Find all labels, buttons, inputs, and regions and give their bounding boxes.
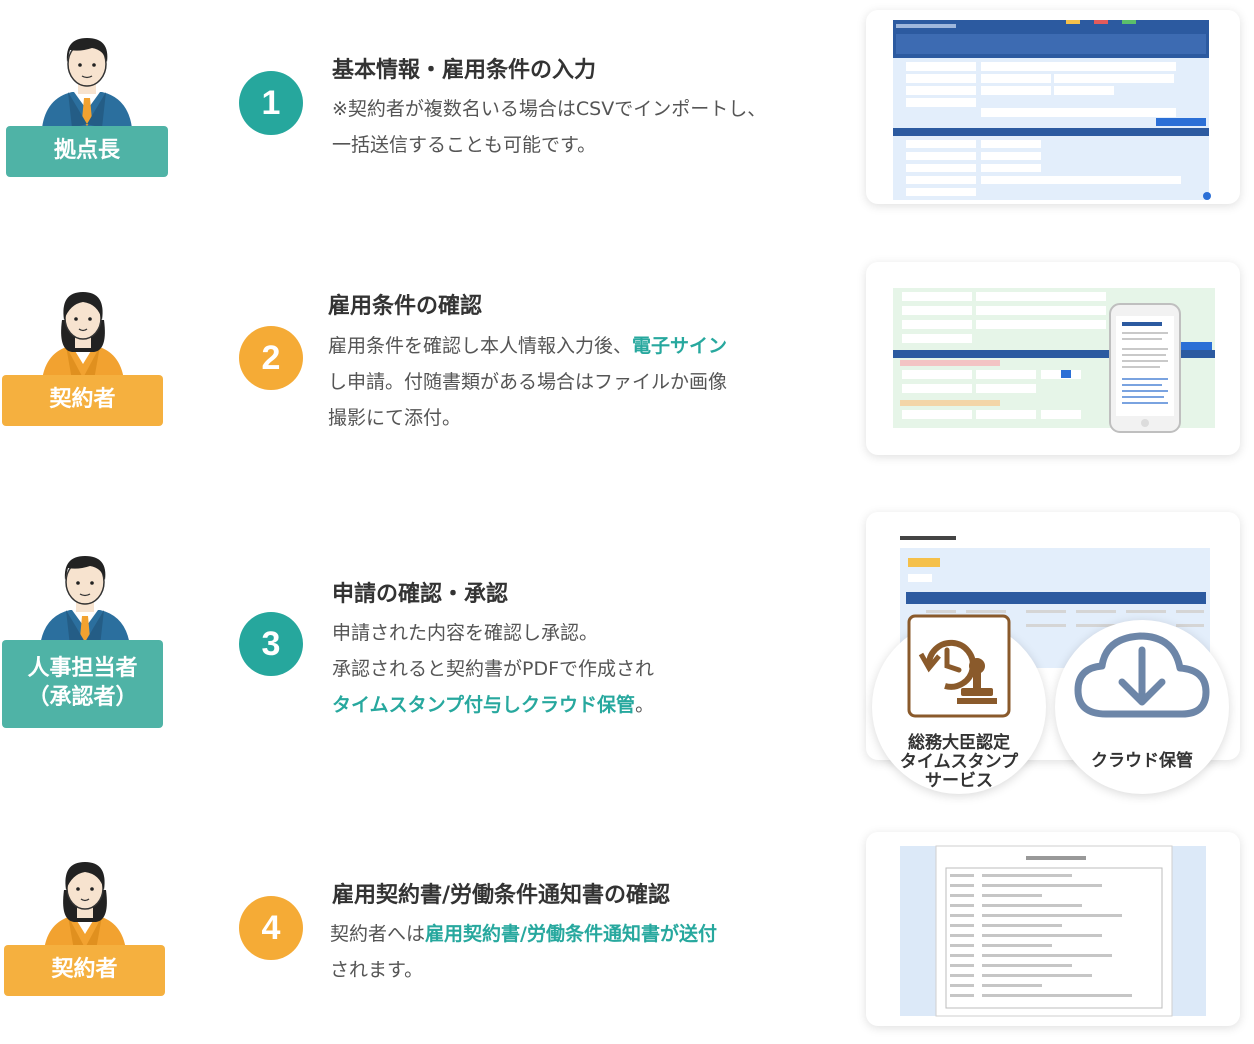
description-line: ※契約者が複数名いる場合はCSVでインポートし、 [332,98,767,120]
step-title: 雇用契約書/労働条件通知書の確認 [332,883,671,908]
man-avatar-icon [30,546,140,646]
step-number: 4 [239,896,303,960]
description-line: 一括送信することも可能です。 [332,134,597,156]
step-4: 契約者 4 雇用契約書/労働条件通知書の確認 契約者へは雇用契約書/労働条件通知… [0,820,1254,1044]
label-line: サービス [925,771,993,791]
step-3: 人事担当者 （承認者） 3 申請の確認・承認 申請された内容を確認し承認。 承認… [0,510,1254,810]
description-text: 契約者へは [330,923,426,945]
description-text: 雇用条件を確認し本人情報入力後、 [328,335,633,357]
role-badge: 拠点長 [6,126,168,177]
timestamp-stamp-icon [907,614,1011,718]
cloud-download-icon [1074,632,1210,718]
step-number: 3 [239,612,303,676]
step-2: 契約者 2 雇用条件の確認 雇用条件を確認し本人情報入力後、電子サイン し申請。… [0,250,1254,490]
highlight-text: 電子サイン [632,335,728,357]
highlight-text: 雇用契約書/労働条件通知書が送付 [425,923,717,945]
description-line: 雇用条件を確認し本人情報入力後、電子サイン [328,328,727,364]
step-description: 申請された内容を確認し承認。 承認されると契約書がPDFで作成され タイムスタン… [332,615,654,723]
description-line: 撮影にて添付。 [328,407,462,429]
label-line: 総務大臣認定 [908,733,1010,753]
step-title: 雇用条件の確認 [328,294,483,319]
role-badge: 人事担当者 （承認者） [2,640,163,728]
step-title: 基本情報・雇用条件の入力 [332,58,597,83]
timestamp-label: 総務大臣認定 タイムスタンプ サービス [872,734,1046,791]
role-line: （承認者） [27,685,138,710]
cloud-label: クラウド保管 [1091,751,1193,771]
description-line: し申請。付随書類がある場合はファイルか画像 [328,371,728,393]
timestamp-service-badge: 総務大臣認定 タイムスタンプ サービス [872,614,1046,794]
step-title: 申請の確認・承認 [332,582,509,607]
step-number: 2 [239,326,303,390]
input-form-screenshot [866,10,1240,204]
signature-screenshot [866,262,1240,455]
role-badge: 契約者 [4,945,165,996]
role-line: 人事担当者 [27,656,138,682]
description-line: 承認されると契約書がPDFで作成され [332,658,655,680]
description-line: 申請された内容を確認し承認。 [332,622,599,644]
cloud-storage-badge: クラウド保管 [1055,620,1229,794]
step-description: ※契約者が複数名いる場合はCSVでインポートし、 一括送信することも可能です。 [332,91,766,163]
description-line: 契約者へは雇用契約書/労働条件通知書が送付 [330,916,717,952]
step-number: 1 [239,71,303,135]
woman-avatar-icon [30,850,140,950]
label-line: タイムスタンプ [899,752,1019,772]
highlight-text: タイムスタンプ付与しクラウド保管 [332,694,636,716]
step-description: 雇用条件を確認し本人情報入力後、電子サイン し申請。付随書類がある場合はファイル… [328,328,727,436]
step-description: 契約者へは雇用契約書/労働条件通知書が送付 されます。 [330,916,717,988]
role-badge: 契約者 [2,375,163,426]
description-text: 。 [635,694,655,716]
man-avatar-icon [32,28,142,128]
description-line: されます。 [330,959,424,981]
step-1: 拠点長 1 基本情報・雇用条件の入力 ※契約者が複数名いる場合はCSVでインポー… [0,0,1254,240]
description-line: タイムスタンプ付与しクラウド保管。 [332,687,654,723]
woman-avatar-icon [28,280,138,380]
contract-document-screenshot [866,832,1240,1026]
